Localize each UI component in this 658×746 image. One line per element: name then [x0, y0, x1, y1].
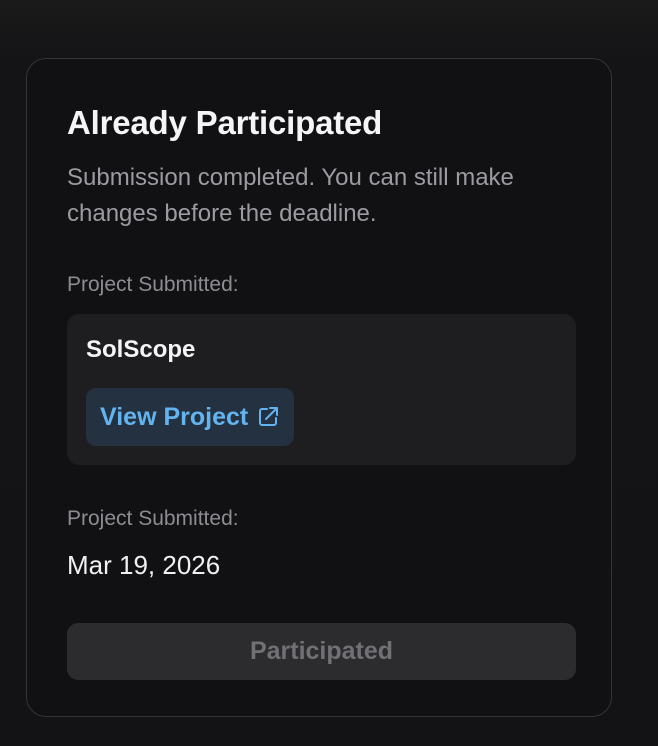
- card-subtitle: Submission completed. You can still make…: [67, 164, 514, 227]
- project-name: SolScope: [86, 336, 196, 363]
- submitted-project-box: SolScope View Project: [67, 314, 576, 465]
- view-project-label: View Project: [100, 403, 249, 431]
- external-link-icon: [256, 405, 280, 429]
- participated-button[interactable]: Participated: [67, 623, 576, 680]
- card-title: Already Participated: [67, 104, 383, 141]
- project-submitted-label: Project Submitted:: [67, 273, 239, 296]
- page-background: Already Participated Submission complete…: [0, 0, 658, 746]
- submission-date-value: Mar 19, 2026: [67, 550, 221, 580]
- view-project-button[interactable]: View Project: [86, 388, 295, 446]
- participation-card: Already Participated Submission complete…: [26, 58, 612, 717]
- submission-date-label: Project Submitted:: [67, 507, 239, 530]
